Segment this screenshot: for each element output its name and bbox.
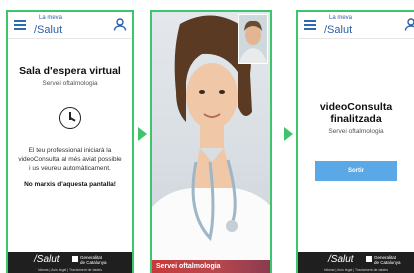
menu-icon[interactable]: [304, 20, 316, 30]
screen-sequence: La meva /Salut Sala d'espera virtual Ser…: [0, 0, 414, 273]
wait-message: El teu professional iniciarà la videoCon…: [18, 147, 122, 172]
generalitat-label: Generalitat de Catalunya: [80, 255, 107, 265]
arrow-right-icon: [138, 127, 147, 141]
generalitat-label: Generalitat de Catalunya: [374, 255, 401, 265]
footer-links[interactable]: Idioma | Avís legal | Tractament de dade…: [8, 268, 132, 272]
stay-warning: No marxis d'aquesta pantalla!: [24, 181, 116, 189]
clock-icon: [59, 107, 81, 129]
user-icon[interactable]: [113, 17, 127, 31]
service-name: Servei oftalmologia: [42, 80, 98, 87]
salut-logo[interactable]: La meva /Salut: [34, 15, 62, 37]
generalitat-logo-icon: [72, 256, 78, 262]
app-header: La meva /Salut: [8, 12, 132, 39]
footer-logo: /Salut: [34, 254, 60, 265]
video-call-screen: Servei oftalmologia: [150, 10, 272, 273]
footer-links[interactable]: Idioma | Avís legal | Tractament de dade…: [298, 268, 414, 272]
footer: /Salut Generalitat de Catalunya Idioma | …: [8, 252, 132, 273]
arrow-right-icon: [284, 127, 293, 141]
app-header: La meva /Salut: [298, 12, 414, 39]
call-ended-screen: La meva /Salut videoConsulta finalitzada …: [296, 10, 414, 273]
footer-logo: /Salut: [328, 254, 354, 265]
waiting-room-screen: La meva /Salut Sala d'espera virtual Ser…: [6, 10, 134, 273]
footer: /Salut Generalitat de Catalunya Idioma | …: [298, 252, 414, 273]
service-name: Servei oftalmologia: [328, 128, 384, 136]
user-icon[interactable]: [404, 17, 414, 31]
ended-title: videoConsulta finalitzada: [319, 101, 393, 126]
self-view-video: [238, 14, 268, 64]
salut-logo[interactable]: La meva /Salut: [324, 15, 352, 37]
generalitat-logo-icon: [366, 256, 372, 262]
page-title: Sala d'espera virtual: [19, 65, 121, 77]
menu-icon[interactable]: [14, 20, 26, 30]
exit-button[interactable]: Sortir: [315, 161, 397, 182]
service-caption: Servei oftalmologia: [152, 260, 270, 273]
